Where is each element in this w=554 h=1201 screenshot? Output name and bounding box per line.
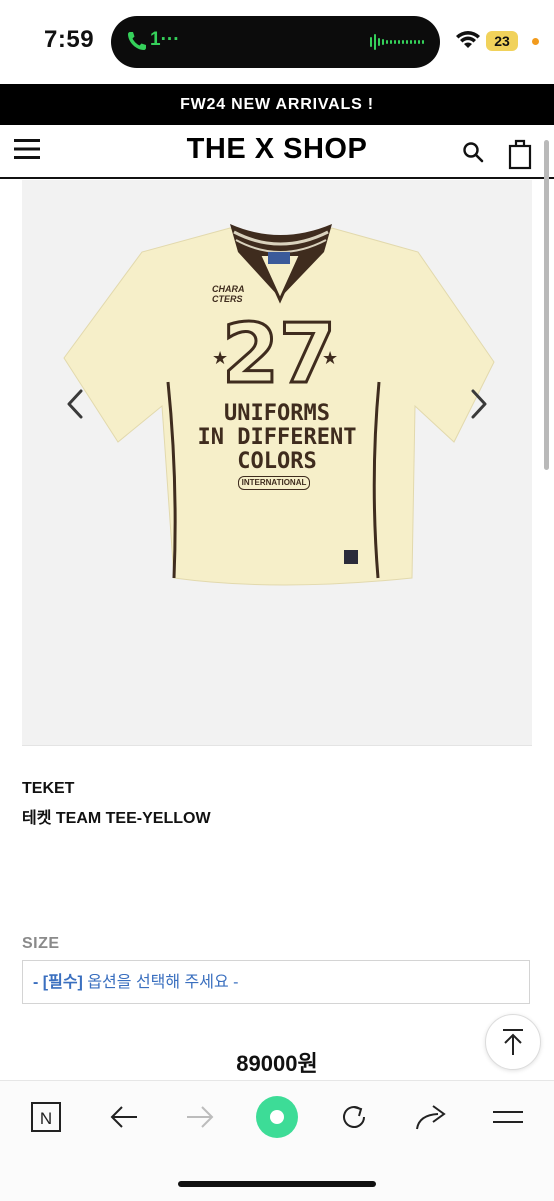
scroll-top-button[interactable] (485, 1014, 541, 1070)
shopping-bag-icon[interactable] (508, 138, 532, 170)
star-right: ★ (322, 348, 339, 368)
page-scrollbar[interactable] (544, 140, 549, 470)
select-prefix: - (33, 974, 43, 991)
record-icon[interactable] (255, 1095, 299, 1139)
forward-arrow-icon[interactable] (184, 1101, 216, 1133)
size-select[interactable]: - [필수] 옵션을 선택해 주세요 - (22, 960, 530, 1004)
home-indicator[interactable] (178, 1181, 376, 1187)
size-label: SIZE (22, 935, 60, 952)
dynamic-island[interactable]: 1··· (111, 16, 440, 68)
svg-text:N: N (40, 1109, 52, 1128)
product-name: 테켓 TEAM TEE-YELLOW (22, 810, 211, 827)
chevron-right-icon[interactable] (464, 386, 494, 422)
n-icon[interactable]: N (30, 1101, 62, 1133)
chevron-left-icon[interactable] (60, 386, 90, 422)
search-icon[interactable] (462, 141, 484, 163)
wifi-icon (456, 31, 480, 48)
arrow-up-icon (503, 1029, 523, 1055)
select-placeholder: 옵션을 선택해 주세요 - (82, 974, 239, 991)
menu-icon[interactable] (492, 1101, 524, 1133)
shirt-text-line2: IN DIFFERENT (197, 425, 357, 450)
product-brand[interactable]: TEKET (22, 780, 74, 798)
shirt-text-line3: COLORS (237, 449, 317, 474)
status-bar: 7:59 1··· 23 (0, 0, 554, 84)
shirt-text-line1: UNIFORMS (224, 401, 330, 426)
phone-icon (128, 32, 146, 50)
shirt-hem-patch (344, 550, 358, 564)
shirt-number: 27 (221, 307, 338, 402)
promo-banner[interactable]: FW24 NEW ARRIVALS ! (0, 84, 554, 125)
audio-wave-icon (370, 34, 424, 50)
shirt-chest-logo: CHARA CTERS (212, 284, 245, 304)
select-required: [필수] (42, 974, 83, 991)
privacy-dot (532, 38, 539, 45)
call-duration: 1··· (150, 29, 180, 50)
star-left: ★ (212, 348, 229, 368)
shirt-badge: INTERNATIONAL (238, 476, 310, 490)
battery-indicator: 23 (486, 31, 518, 51)
back-arrow-icon[interactable] (108, 1101, 140, 1133)
share-icon[interactable] (414, 1101, 448, 1133)
status-time: 7:59 (44, 26, 95, 53)
product-image[interactable]: CHARA CTERS 27 ★ ★ UNIFORMS IN DIFFERENT… (22, 180, 532, 746)
refresh-icon[interactable] (338, 1101, 370, 1133)
product-price: 89000원 (236, 1051, 318, 1076)
